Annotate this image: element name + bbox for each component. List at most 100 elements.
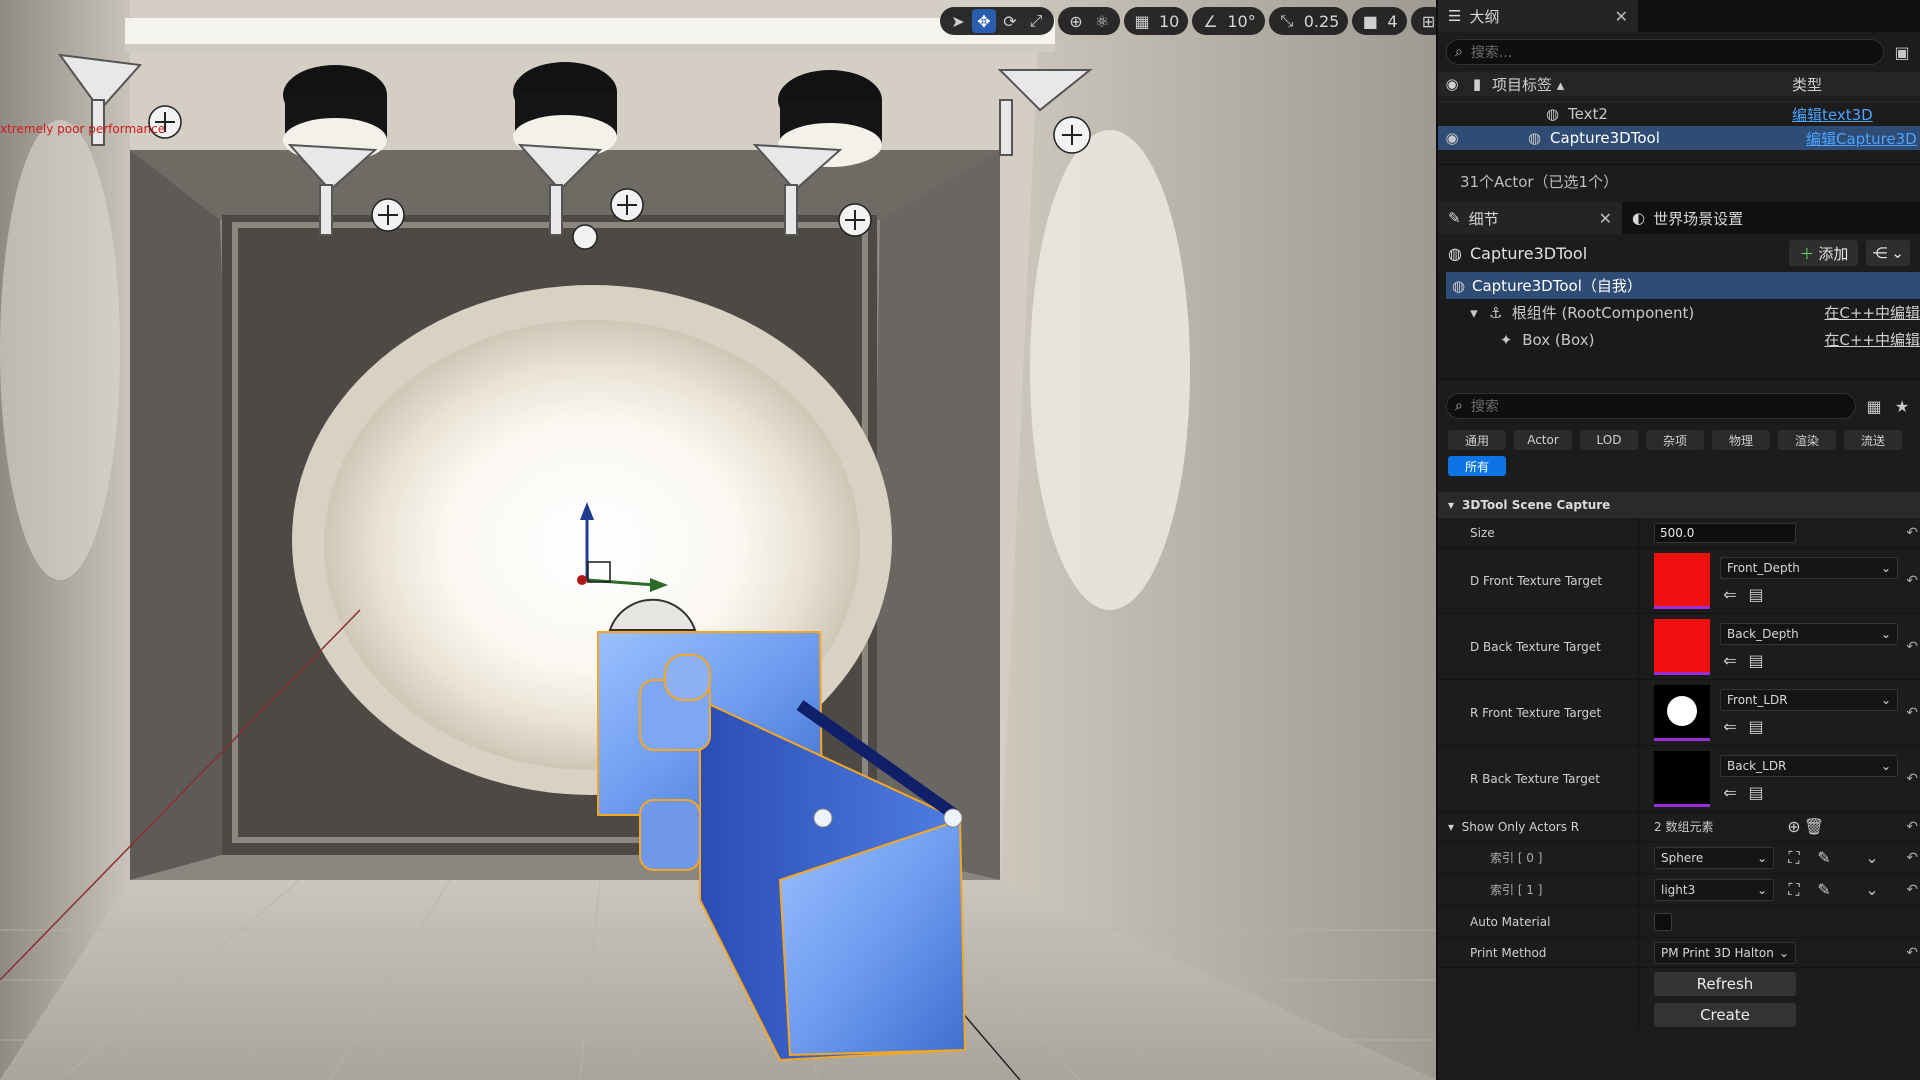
use-selected-icon[interactable]: ⇐	[1720, 717, 1740, 736]
component-row-root[interactable]: ▾ ⚓ 根组件 (RootComponent) 在C++中编辑	[1438, 299, 1920, 326]
filter-tab-actor[interactable]: Actor	[1514, 430, 1572, 450]
eyedropper-icon[interactable]: ✎	[1814, 848, 1834, 867]
add-folder-icon[interactable]: ▣	[1892, 43, 1912, 62]
chevron-down-icon[interactable]: ⌄	[1862, 848, 1882, 867]
browse-asset-icon[interactable]: ▤	[1746, 717, 1766, 736]
blueprint-options-button[interactable]: ⋲ ⌄	[1866, 240, 1910, 266]
component-row-self[interactable]: ◍ Capture3DTool（自我）	[1446, 272, 1920, 299]
reset-arrow-icon[interactable]: ↶	[1906, 771, 1918, 787]
world-space-icon[interactable]: ⊕	[1064, 9, 1088, 33]
scale-mode-icon[interactable]: ⤢	[1024, 9, 1048, 33]
add-component-button[interactable]: ＋ 添加	[1789, 240, 1859, 266]
outliner-search-input[interactable]: ⌕ 搜索...	[1446, 39, 1884, 65]
edit-in-cpp-link[interactable]: 在C++中编辑	[1824, 329, 1920, 350]
reset-arrow-icon[interactable]: ↶	[1906, 705, 1918, 721]
refresh-button[interactable]: Refresh	[1654, 971, 1796, 996]
actor-picker[interactable]: Sphere ⌄	[1654, 846, 1774, 869]
translate-mode-icon[interactable]: ✥	[972, 9, 996, 33]
table-view-icon[interactable]: ▦	[1864, 397, 1884, 416]
texture-thumbnail[interactable]	[1654, 552, 1710, 609]
chevron-down-icon: ⌄	[1756, 882, 1767, 897]
use-selected-icon[interactable]: ⇐	[1720, 651, 1740, 670]
print-method-dropdown[interactable]: PM Print 3D Halton ⌄	[1654, 941, 1796, 964]
use-selected-icon[interactable]: ⇐	[1720, 783, 1740, 802]
size-input[interactable]: 500.0	[1654, 522, 1796, 543]
scale-snap-value[interactable]: 0.25	[1301, 12, 1343, 31]
eyedropper-icon[interactable]: ✎	[1814, 880, 1834, 899]
actor-picker[interactable]: light3 ⌄	[1654, 878, 1774, 901]
filter-tab-physics[interactable]: 物理	[1712, 430, 1770, 450]
auto-material-checkbox[interactable]	[1654, 912, 1672, 931]
reset-arrow-icon[interactable]: ↶	[1906, 525, 1918, 541]
outliner-row-type[interactable]: 编辑Capture3D	[1806, 128, 1917, 149]
filter-tab-lod[interactable]: LOD	[1580, 430, 1638, 450]
browse-asset-icon[interactable]: ▤	[1746, 651, 1766, 670]
texture-thumbnail[interactable]	[1654, 750, 1710, 807]
texture-thumbnail[interactable]	[1654, 618, 1710, 675]
favorite-star-icon[interactable]: ★	[1892, 397, 1912, 416]
angle-snap-icon[interactable]: ∠	[1198, 9, 1222, 33]
texture-asset-picker[interactable]: Front_LDR ⌄	[1720, 689, 1898, 711]
reset-arrow-icon[interactable]: ↶	[1906, 945, 1918, 961]
filter-tab-misc[interactable]: 杂项	[1646, 430, 1704, 450]
viewport-layout-icon[interactable]: ⊞	[1417, 9, 1436, 33]
grid-snap-icon[interactable]: ▦	[1130, 9, 1154, 33]
camera-speed-group[interactable]: ■ 4	[1352, 7, 1407, 35]
reset-arrow-icon[interactable]: ↶	[1906, 850, 1918, 866]
level-viewport[interactable]: xtremely poor performance ➤ ✥ ⟳ ⤢ ⊕ ⚛ ▦ …	[0, 0, 1436, 1080]
pin-icon[interactable]: ▮	[1466, 75, 1488, 93]
prop-name[interactable]: ▾ Show Only Actors R	[1438, 820, 1638, 834]
grid-snap-value[interactable]: 10	[1156, 12, 1182, 31]
outliner-row-selected[interactable]: ◉ ◍ Capture3DTool 编辑Capture3D	[1438, 126, 1920, 150]
scale-snap-icon[interactable]: ⤡	[1275, 9, 1299, 33]
browse-asset-icon[interactable]: ▤	[1746, 585, 1766, 604]
camera-icon[interactable]: ■	[1358, 9, 1382, 33]
rotate-mode-icon[interactable]: ⟳	[998, 9, 1022, 33]
chevron-down-icon[interactable]: ▾	[1470, 304, 1489, 322]
details-search-input[interactable]: ⌕ 搜索	[1446, 393, 1856, 419]
use-selected-icon[interactable]: ⇐	[1720, 585, 1740, 604]
chevron-down-icon[interactable]: ⌄	[1862, 880, 1882, 899]
chevron-down-icon: ⌄	[1880, 561, 1891, 575]
section-3dtool-scene-capture[interactable]: ▾ 3DTool Scene Capture	[1438, 492, 1920, 518]
rotation-snap-group[interactable]: ∠ 10°	[1192, 7, 1265, 35]
outliner-col-label[interactable]: 项目标签 ▴	[1488, 74, 1792, 95]
browse-asset-icon[interactable]: ▤	[1746, 783, 1766, 802]
edit-in-cpp-link[interactable]: 在C++中编辑	[1824, 302, 1920, 323]
trash-icon[interactable]: 🗑	[1804, 817, 1824, 836]
outliner-row-type[interactable]: 编辑text3D	[1792, 104, 1873, 125]
visibility-eye-icon[interactable]: ◉	[1438, 75, 1466, 93]
prop-name: Auto Material	[1470, 914, 1551, 929]
scale-snap-group[interactable]: ⤡ 0.25	[1268, 7, 1349, 35]
filter-tab-general[interactable]: 通用	[1448, 430, 1506, 450]
world-settings-tab[interactable]: ◐ 世界场景设置	[1622, 202, 1753, 234]
pick-actor-icon[interactable]: ⛶	[1784, 880, 1804, 900]
component-row-box[interactable]: ✦ Box (Box) 在C++中编辑	[1438, 326, 1920, 353]
outliner-col-type[interactable]: 类型	[1792, 74, 1822, 95]
outliner-row[interactable]: ◍ Text2 编辑text3D	[1438, 102, 1920, 126]
select-mode-icon[interactable]: ➤	[946, 9, 970, 33]
reset-arrow-icon[interactable]: ↶	[1906, 819, 1918, 835]
texture-thumbnail[interactable]	[1654, 684, 1710, 741]
surface-snap-icon[interactable]: ⚛	[1090, 9, 1114, 33]
reset-arrow-icon[interactable]: ↶	[1906, 639, 1918, 655]
camera-speed-value[interactable]: 4	[1384, 12, 1400, 31]
close-icon[interactable]: ✕	[1615, 7, 1628, 26]
texture-asset-picker[interactable]: Front_Depth ⌄	[1720, 557, 1898, 579]
texture-asset-picker[interactable]: Back_Depth ⌄	[1720, 623, 1898, 645]
filter-tab-all[interactable]: 所有	[1448, 456, 1506, 476]
outliner-tab[interactable]: ☰ 大纲 ✕	[1438, 0, 1638, 32]
filter-tab-streaming[interactable]: 流送	[1844, 430, 1902, 450]
create-button[interactable]: Create	[1654, 1002, 1796, 1027]
add-element-icon[interactable]: ⊕	[1784, 817, 1804, 836]
close-icon[interactable]: ✕	[1599, 209, 1612, 228]
filter-tab-rendering[interactable]: 渲染	[1778, 430, 1836, 450]
reset-arrow-icon[interactable]: ↶	[1906, 573, 1918, 589]
texture-asset-picker[interactable]: Back_LDR ⌄	[1720, 755, 1898, 777]
rotation-snap-value[interactable]: 10°	[1224, 12, 1258, 31]
details-tab[interactable]: ✎ 细节 ✕	[1438, 202, 1622, 234]
reset-arrow-icon[interactable]: ↶	[1906, 882, 1918, 898]
grid-snap-group[interactable]: ▦ 10	[1124, 7, 1189, 35]
pick-actor-icon[interactable]: ⛶	[1784, 848, 1804, 868]
visibility-eye-icon[interactable]: ◉	[1438, 129, 1466, 147]
